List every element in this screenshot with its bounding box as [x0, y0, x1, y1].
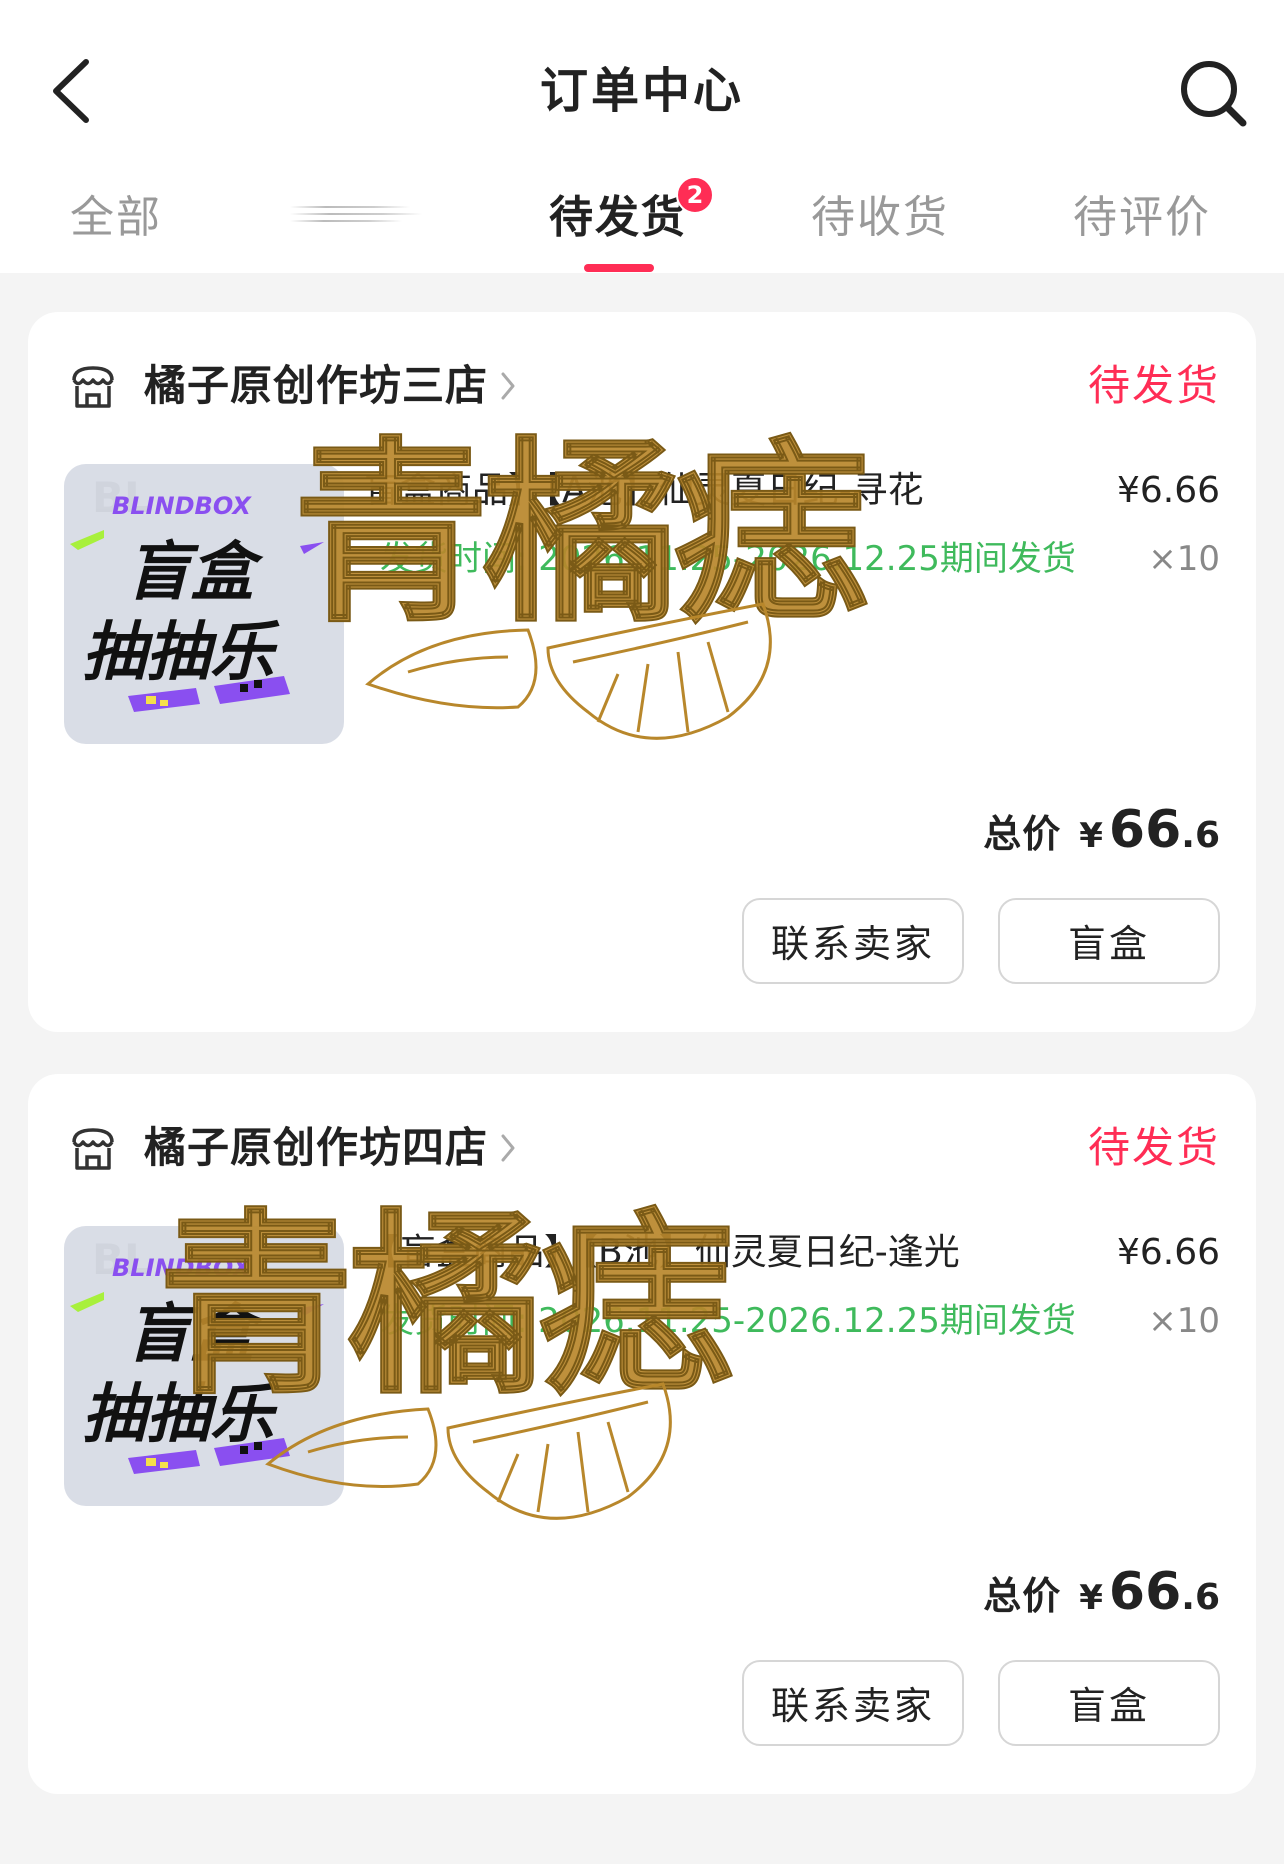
total-integer: 66: [1108, 800, 1182, 860]
search-icon[interactable]: [1178, 58, 1248, 128]
tab-obscured[interactable]: [290, 202, 425, 232]
tab-active-indicator: [584, 264, 654, 272]
tab-pending-review[interactable]: 待评价: [1032, 190, 1252, 246]
shop-name[interactable]: 橘子原创作坊三店: [144, 356, 488, 416]
total-label: 总价: [983, 812, 1062, 856]
chevron-right-icon[interactable]: [500, 1132, 516, 1164]
chevron-right-icon[interactable]: [500, 370, 516, 402]
total-price: 总价 ¥ 66 .6: [983, 800, 1220, 870]
thumbnail-line2: 抽抽乐: [82, 616, 280, 690]
thumbnail-brand: BLINDBOX: [112, 492, 252, 520]
shop-icon: [72, 366, 114, 408]
product-thumbnail[interactable]: BL BLINDBOX 盲盒 抽抽乐: [64, 1226, 344, 1506]
total-decimal: .6: [1181, 815, 1220, 856]
product-thumbnail[interactable]: BL BLINDBOX 盲盒 抽抽乐: [64, 464, 344, 744]
order-status: 待发货: [1087, 361, 1220, 410]
unit-price: ¥6.66: [1116, 1232, 1220, 1273]
order-status: 待发货: [1087, 1123, 1220, 1172]
total-integer: 66: [1108, 1562, 1182, 1622]
shop-name[interactable]: 橘子原创作坊四店: [144, 1118, 488, 1178]
product-title[interactable]: 【盲盒商品】【B池】仙灵夏日纪-逢光: [364, 1226, 1044, 1280]
ship-window: 发货时间: 2026.11.25-2026.12.25期间发货: [380, 1301, 1076, 1341]
unit-price: ¥6.66: [1116, 470, 1220, 511]
contact-seller-button[interactable]: 联系卖家: [742, 1660, 964, 1746]
top-bar: 订单中心 全部 待发货 待收货 待评价 2: [0, 0, 1284, 273]
order-card[interactable]: 橘子原创作坊三店 待发货 BL BLINDBOX 盲盒 抽抽乐 盲盒商品】【A池…: [28, 312, 1256, 1032]
tab-badge-count: 2: [676, 176, 714, 214]
tab-pending-receipt[interactable]: 待收货: [770, 190, 990, 246]
page-title: 订单中心: [539, 63, 744, 119]
thumbnail-line1: 盲盒: [126, 536, 264, 610]
tab-all[interactable]: 全部: [6, 190, 226, 246]
orange-slice-icon: [365, 602, 772, 740]
contact-seller-button[interactable]: 联系卖家: [742, 898, 964, 984]
shop-icon: [72, 1128, 114, 1170]
total-price: 总价 ¥ 66 .6: [983, 1562, 1220, 1632]
total-currency: ¥: [1079, 816, 1103, 856]
total-decimal: .6: [1181, 1577, 1220, 1618]
order-card[interactable]: 橘子原创作坊四店 待发货 BL BLINDBOX 盲盒 抽抽乐 【盲盒商品】【B…: [28, 1074, 1256, 1794]
total-currency: ¥: [1079, 1578, 1103, 1618]
product-title[interactable]: 盲盒商品】【A池】仙灵夏日纪-寻花: [364, 464, 1044, 518]
thumbnail-brand: BLINDBOX: [112, 1254, 252, 1282]
quantity: ×10: [1148, 539, 1220, 579]
ship-window: 发货时间: 2026.11.25-2026.12.25期间发货: [380, 539, 1076, 579]
quantity: ×10: [1148, 1301, 1220, 1341]
blindbox-button[interactable]: 盲盒: [998, 898, 1220, 984]
thumbnail-line2: 抽抽乐: [82, 1378, 280, 1452]
blindbox-button[interactable]: 盲盒: [998, 1660, 1220, 1746]
total-label: 总价: [983, 1574, 1062, 1618]
thumbnail-line1: 盲盒: [126, 1298, 264, 1372]
order-tabs: 全部 待发货 待收货 待评价: [0, 180, 1284, 273]
